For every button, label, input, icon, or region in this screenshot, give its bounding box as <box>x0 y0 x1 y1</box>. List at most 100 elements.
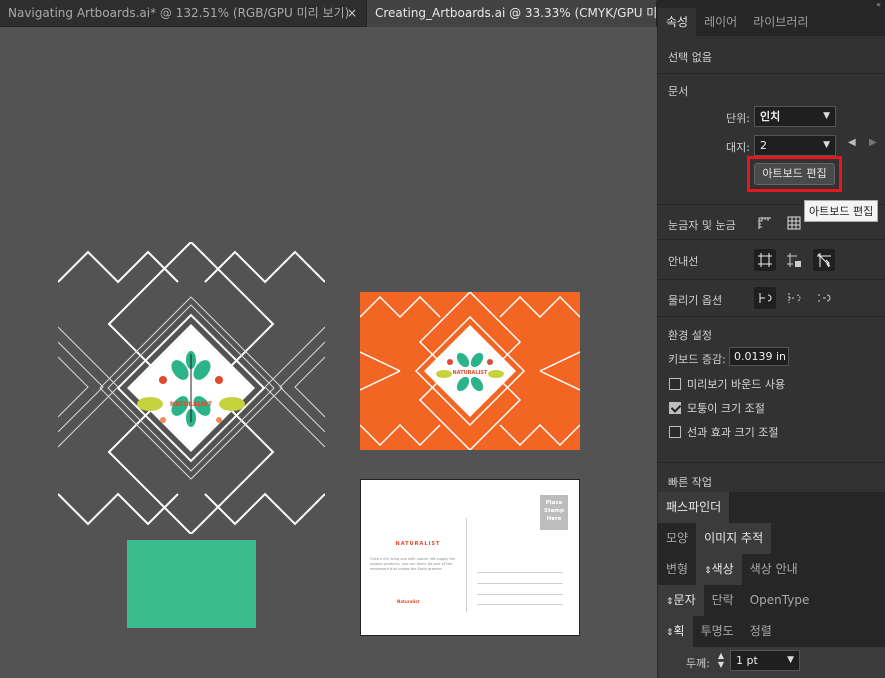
checkbox-label: 미리보기 바운드 사용 <box>687 378 786 391</box>
keyboard-increment-label: 키보드 증감: <box>668 353 726 366</box>
tab-color-label: 색상 <box>711 562 734 576</box>
panel-tabs: 속성 레이어 라이브러리 <box>658 0 885 36</box>
stroke-panel: 두께: ▲ ▼ 1 pt ▼ <box>658 647 885 678</box>
chevron-down-icon: ▼ <box>823 140 830 150</box>
units-select[interactable]: 인치 ▼ <box>754 106 836 127</box>
keyboard-increment-input[interactable]: 0.0139 in <box>729 347 789 366</box>
tab-properties[interactable]: 속성 <box>658 8 697 36</box>
ruler-icon[interactable] <box>754 212 776 234</box>
tab-stroke[interactable]: ⇕획 <box>658 616 693 647</box>
snap-to-glyph-icon[interactable] <box>813 287 835 309</box>
canvas[interactable]: NATURALIST NATURALIST NATURALIST Once a … <box>0 27 657 678</box>
collapse-icon[interactable]: « <box>876 0 881 9</box>
doc-tab-label: Navigating Artboards.ai* @ 132.51% (RGB/… <box>8 6 350 20</box>
chevron-down-icon: ▼ <box>787 655 794 665</box>
tab-paragraph[interactable]: 단락 <box>704 585 742 616</box>
tab-character-label: 문자 <box>673 593 696 607</box>
snap-to-point-icon[interactable] <box>754 287 776 309</box>
weight-stepper-icon[interactable]: ▲ ▼ <box>715 651 727 671</box>
tab-transform[interactable]: 변형 <box>658 554 696 585</box>
postcard-body: Once a life living one with nature. We s… <box>370 557 456 571</box>
units-value: 인치 <box>760 110 781 123</box>
checkbox-scale-strokes[interactable]: 선과 효과 크기 조절 <box>669 424 778 440</box>
weight-value: 1 pt <box>736 654 758 667</box>
artboard-orange[interactable]: NATURALIST <box>360 292 580 450</box>
properties-panel: « 속성 레이어 라이브러리 선택 없음 문서 단위: 인치 ▼ 대지: 2 ▼ ◀… <box>657 0 885 678</box>
guides-label: 안내선 <box>668 255 699 268</box>
sort-icon: ⇕ <box>666 628 674 638</box>
tab-pathfinder[interactable]: 패스파인더 <box>658 492 730 523</box>
smart-guides-icon[interactable] <box>813 249 835 271</box>
sort-icon: ⇕ <box>704 566 712 576</box>
tab-character[interactable]: ⇕문자 <box>658 585 704 616</box>
checkbox[interactable] <box>669 402 681 414</box>
weight-select[interactable]: 1 pt ▼ <box>730 650 800 671</box>
postcard-signature: Naturalist <box>397 599 420 604</box>
transform-strip: 변형 ⇕색상 색상 안내 <box>658 554 885 585</box>
stroke-strip: ⇕획 투명도 정렬 <box>658 616 885 647</box>
quick-actions-section: 빠른 작업 <box>658 466 885 492</box>
checkbox-label: 모퉁이 크기 조절 <box>687 402 765 415</box>
preferences-section: 환경 설정 키보드 증감: 0.0139 in 미리보기 바운드 사용 모퉁이 … <box>658 317 885 463</box>
stamp-box: Place Stamp Here <box>540 495 568 530</box>
doc-tab-label: Creating_Artboards.ai @ 33.33% (CMYK/GPU… <box>375 6 657 20</box>
document-section: 문서 단위: 인치 ▼ 대지: 2 ▼ ◀ ▶ 아트보드 편집 아트보드 편집 <box>658 74 885 222</box>
artboard-title: NATURALIST <box>453 370 489 376</box>
tab-opentype[interactable]: OpenType <box>742 585 818 616</box>
address-line <box>477 572 563 573</box>
postcard-divider <box>466 518 467 612</box>
selection-section: 선택 없음 <box>658 36 885 74</box>
weight-label: 두께: <box>686 657 710 670</box>
guides-section: 안내선 <box>658 240 885 280</box>
tab-appearance[interactable]: 모양 <box>658 523 696 554</box>
artboard-green[interactable] <box>127 540 256 628</box>
doc-tab-creating[interactable]: Creating_Artboards.ai @ 33.33% (CMYK/GPU… <box>367 0 657 27</box>
address-line <box>477 583 563 584</box>
character-strip: ⇕문자 단락 OpenType <box>658 585 885 616</box>
sort-icon: ⇕ <box>666 597 674 607</box>
prev-artboard-icon[interactable]: ◀ <box>848 137 856 148</box>
artboard-title: NATURALIST <box>170 401 213 408</box>
no-selection-label: 선택 없음 <box>668 51 712 64</box>
snap-label: 물리기 옵션 <box>668 294 723 307</box>
tab-color-guide[interactable]: 색상 안내 <box>742 554 806 585</box>
tab-stroke-label: 획 <box>673 624 685 638</box>
checkbox[interactable] <box>669 426 681 438</box>
document-tab-bar: Navigating Artboards.ai* @ 132.51% (RGB/… <box>0 0 657 27</box>
units-label: 단위: <box>726 112 750 125</box>
address-line <box>477 604 563 605</box>
artboard-diamond-pattern[interactable]: NATURALIST <box>58 242 325 534</box>
doc-tab-navigating[interactable]: Navigating Artboards.ai* @ 132.51% (RGB/… <box>0 0 367 27</box>
checkbox[interactable] <box>669 378 681 390</box>
tab-color[interactable]: ⇕색상 <box>696 554 742 585</box>
snap-to-pixel-icon[interactable] <box>783 287 805 309</box>
highlight-box <box>747 156 842 192</box>
tab-transparency[interactable]: 투명도 <box>693 616 742 647</box>
checkbox-preview-bounds[interactable]: 미리보기 바운드 사용 <box>669 376 785 392</box>
appearance-strip: 모양 이미지 추적 <box>658 523 885 554</box>
tab-align[interactable]: 정렬 <box>742 616 780 647</box>
pathfinder-strip: 패스파인더 <box>658 492 885 523</box>
checkbox-scale-corners[interactable]: 모퉁이 크기 조절 <box>669 400 765 416</box>
grid-icon[interactable] <box>783 212 805 234</box>
tooltip: 아트보드 편집 <box>804 200 879 222</box>
snap-section: 물리기 옵션 <box>658 280 885 317</box>
next-artboard-icon[interactable]: ▶ <box>869 137 877 148</box>
tab-libraries[interactable]: 라이브러리 <box>745 8 816 36</box>
lock-guides-icon[interactable] <box>783 249 805 271</box>
tab-image-trace[interactable]: 이미지 추적 <box>696 523 772 554</box>
quick-actions-heading: 빠른 작업 <box>668 476 712 489</box>
chevron-down-icon: ▼ <box>823 111 830 121</box>
tab-layers[interactable]: 레이어 <box>696 8 745 36</box>
postcard-title: NATURALIST <box>395 541 441 547</box>
preferences-heading: 환경 설정 <box>668 329 712 342</box>
artboard-label: 대지: <box>726 141 750 154</box>
guides-icon[interactable] <box>754 249 776 271</box>
artboard-value: 2 <box>760 139 767 152</box>
address-line <box>477 594 563 595</box>
close-icon[interactable]: × <box>347 0 357 26</box>
rulers-label: 눈금자 및 눈금 <box>668 219 736 232</box>
artboard-postcard[interactable]: NATURALIST Once a life living one with n… <box>360 479 580 636</box>
checkbox-label: 선과 효과 크기 조절 <box>687 426 779 439</box>
artboard-select[interactable]: 2 ▼ <box>754 135 836 156</box>
